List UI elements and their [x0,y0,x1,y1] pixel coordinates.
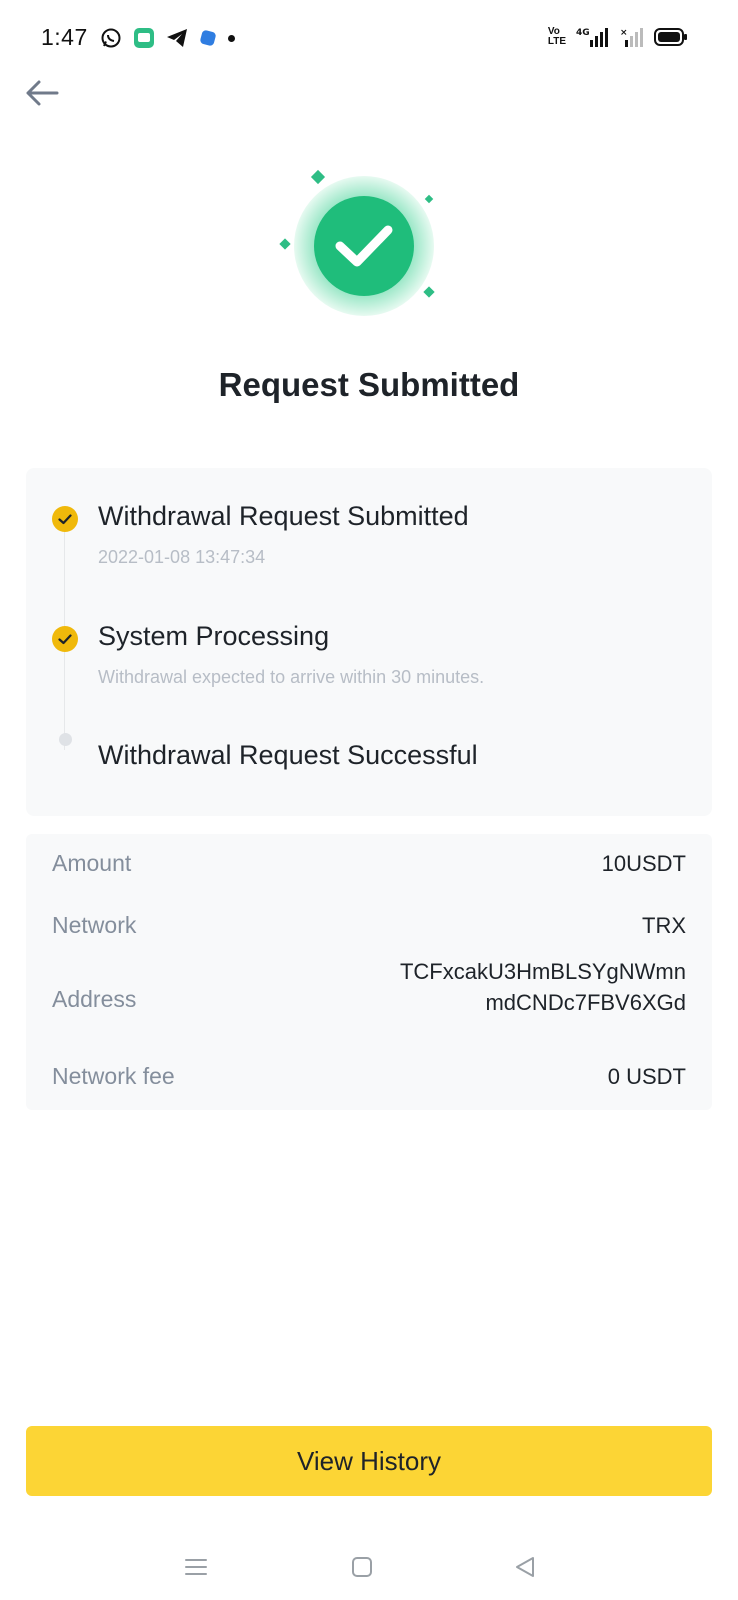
signal-4g-icon: 4G [576,28,608,47]
home-square-icon[interactable] [347,1552,377,1582]
address-line-1: TCFxcakU3HmBLSYgNWmn [399,959,686,984]
success-illustration [278,168,448,328]
system-status-icons: Vo LTE 4G × [548,26,688,48]
step-description: Withdrawal expected to arrive within 30 … [98,667,485,687]
detail-value: TRX [642,913,686,938]
withdrawal-status-timeline: Withdrawal Request Submitted 2022-01-08 … [26,468,712,816]
signal-no-service-icon: × [620,28,643,47]
app-icon [200,30,216,46]
step-title: Withdrawal Request Submitted [98,501,469,531]
withdrawal-details: Amount 10USDT Network TRX Address TCFxca… [26,834,712,1110]
volte-icon: Vo LTE [547,26,566,47]
step-title: Withdrawal Request Successful [98,740,478,770]
step-title: System Processing [98,621,330,651]
detail-value: 10USDT [601,851,686,876]
check-circle-icon [52,626,78,652]
detail-value: 0 USDT [607,1064,686,1089]
telegram-icon [167,29,187,47]
system-navigation-bar [0,1530,738,1600]
status-bar: 1:47 Vo LTE 4G × [0,0,738,78]
back-triangle-icon[interactable] [510,1552,540,1582]
address-line-2: mdCNDc7FBV6XGd [485,990,686,1015]
svg-text:4G: 4G [576,28,590,38]
back-button[interactable] [24,78,64,112]
page-title: Request Submitted [218,366,520,403]
view-history-button[interactable]: View History [26,1426,712,1496]
step-timestamp: 2022-01-08 13:47:34 [98,547,266,567]
whatsapp-icon [101,28,121,48]
svg-text:×: × [620,28,628,38]
detail-label: Amount [52,850,132,876]
check-circle-icon [52,506,78,532]
notification-icons [100,27,235,49]
detail-label: Network [52,912,137,938]
menu-icon[interactable] [181,1552,211,1582]
status-time: 1:47 [41,24,88,50]
detail-label: Network fee [52,1063,175,1089]
pending-dot-icon [59,733,72,746]
notification-dot-icon [228,34,235,42]
battery-icon [654,28,687,46]
arrow-left-icon [26,80,59,106]
detail-label: Address [52,986,137,1012]
message-app-icon [134,28,154,48]
